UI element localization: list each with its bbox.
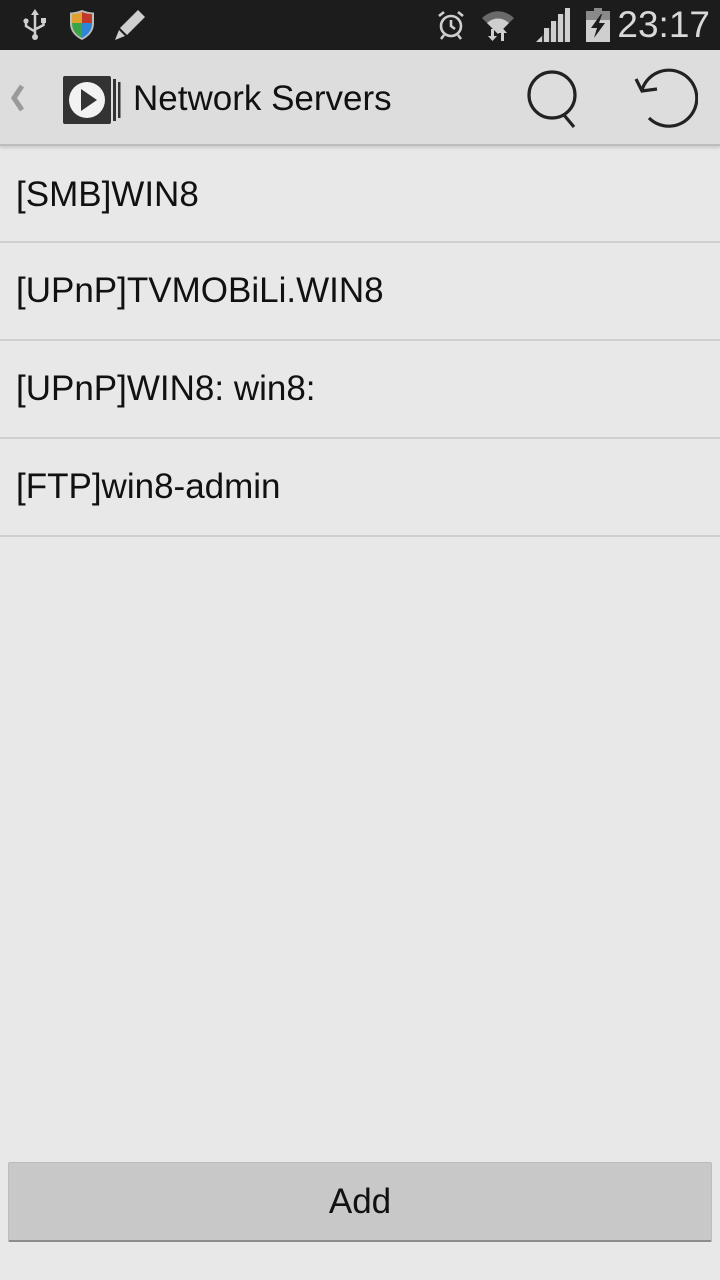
security-shield-icon [70,10,94,40]
server-item-upnp-win8[interactable]: [UPnP]WIN8: win8: [0,341,720,439]
battery-charging-icon [586,8,610,42]
server-item-upnp-tvmobili[interactable]: [UPnP]TVMOBiLi.WIN8 [0,243,720,341]
page-title: Network Servers [133,79,392,118]
search-icon [527,70,577,129]
server-list: [SMB]WIN8 [UPnP]TVMOBiLi.WIN8 [UPnP]WIN8… [0,148,720,537]
action-bar: Network Servers [0,50,720,146]
media-player-logo-icon[interactable] [62,75,122,125]
server-item-smb[interactable]: [SMB]WIN8 [0,148,720,243]
server-item-ftp[interactable]: [FTP]win8-admin [0,439,720,537]
edit-pencil-icon [115,10,145,40]
usb-icon [23,9,46,40]
wifi-icon [482,11,514,41]
status-time: 23:17 [617,4,710,45]
refresh-button[interactable] [630,64,699,132]
signal-icon [536,8,570,42]
chevron-left-icon[interactable] [8,80,26,116]
status-bar: 23:17 [0,0,720,50]
alarm-icon [438,10,464,40]
add-button[interactable]: Add [8,1162,712,1242]
search-button[interactable] [518,64,586,132]
refresh-icon [634,68,699,128]
